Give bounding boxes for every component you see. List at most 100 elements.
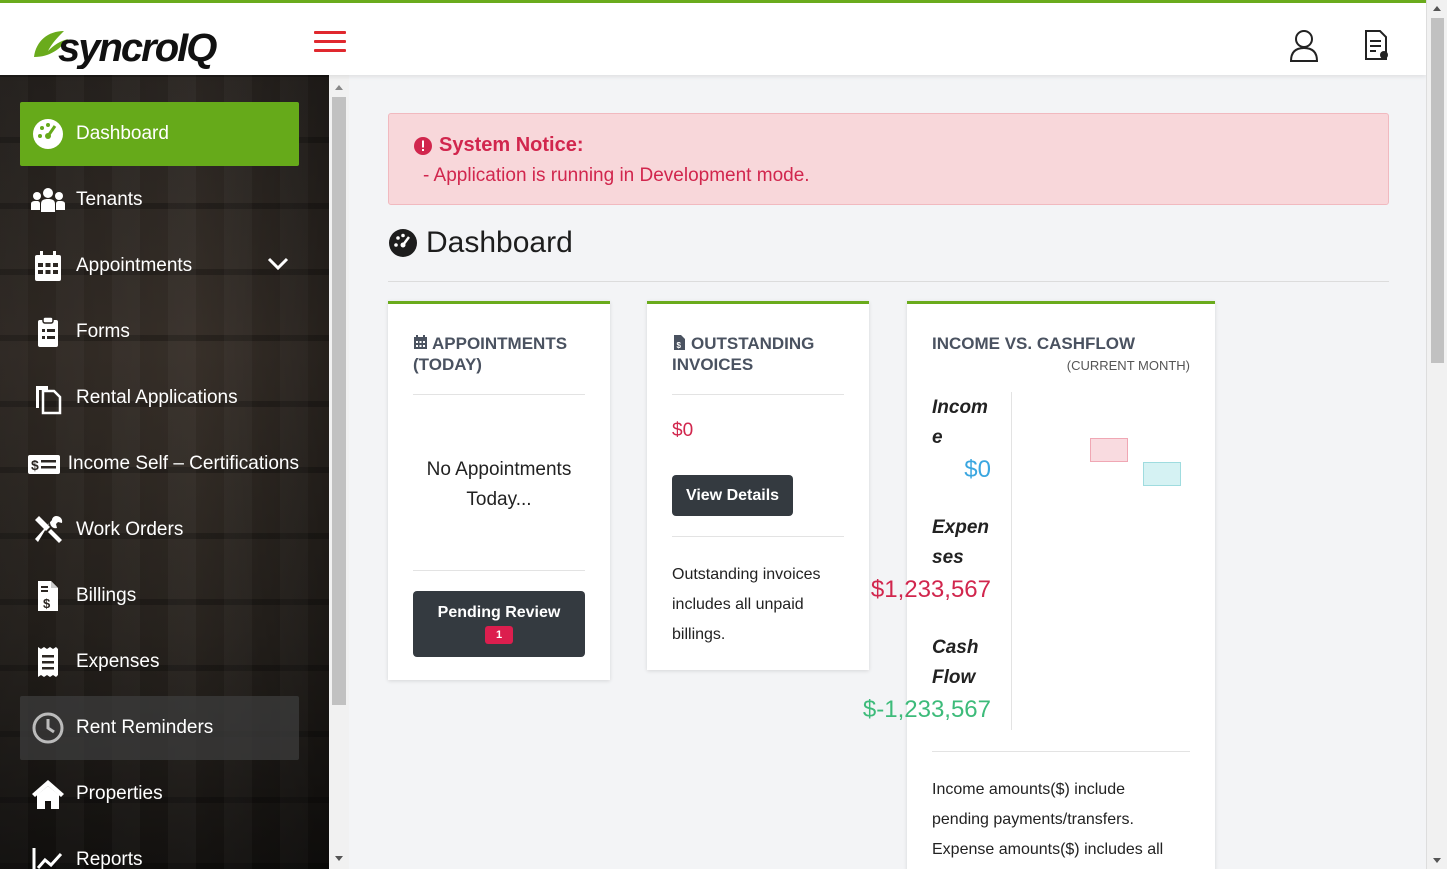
note-line: billings. [672, 626, 726, 643]
sidebar-item-expenses[interactable]: Expenses [20, 630, 299, 694]
sidebar-item-label: Reports [76, 849, 143, 869]
notice-message: - Application is running in Development … [423, 165, 810, 186]
document-settings-icon[interactable] [1362, 29, 1394, 63]
sidebar-item-reports[interactable]: Reports [20, 828, 299, 869]
sidebar-item-label: Rent Reminders [76, 717, 214, 738]
sidebar-item-label: Rental Applications [76, 387, 238, 408]
sidebar-item-label: Dashboard [76, 123, 169, 144]
exclamation-circle-icon [414, 136, 432, 155]
label-line: Cash [932, 637, 979, 658]
sidebar-item-label: Tenants [76, 189, 143, 210]
outstanding-invoices-card: $ OUTSTANDING INVOICES $0 View Details Ou… [647, 301, 869, 670]
sidebar-item-forms[interactable]: Forms [20, 300, 299, 364]
cashflow-value: $-1,233,567 [862, 696, 991, 723]
hamburger-icon [314, 31, 346, 34]
sidebar-item-label: Work Orders [76, 519, 184, 540]
chart-axis-line [1011, 392, 1012, 730]
users-icon [20, 182, 76, 218]
svg-text:$: $ [31, 457, 39, 473]
receipt-icon [20, 644, 76, 680]
page-title-text: Dashboard [426, 226, 573, 259]
appointments-today-card: APPOINTMENTS (TODAY) No Appointments Tod… [388, 301, 610, 680]
expenses-value: $1,233,567 [870, 576, 991, 603]
card-title: $ OUTSTANDING INVOICES [672, 333, 847, 375]
pending-count-badge: 1 [484, 626, 514, 644]
note-line: Expense amounts($) includes all [932, 841, 1164, 858]
no-appointments-message: No Appointments Today... [388, 455, 610, 515]
scroll-down-arrow[interactable] [1433, 858, 1441, 863]
top-header: syncroIQ [0, 0, 1426, 75]
svg-text:$: $ [43, 596, 51, 611]
page-title: Dashboard [388, 226, 573, 260]
sidebar-item-work-orders[interactable]: Work Orders [20, 498, 299, 562]
calendar-icon [20, 248, 76, 284]
invoices-note: Outstanding invoices includes all unpaid… [672, 560, 821, 650]
sidebar-item-properties[interactable]: Properties [20, 762, 299, 826]
empty-line: No Appointments [426, 459, 572, 480]
dashboard-gauge-icon [20, 116, 76, 152]
menu-toggle-button[interactable] [314, 31, 346, 53]
sidebar-scroll-down-arrow[interactable] [335, 856, 343, 861]
sidebar-item-billings[interactable]: $ Billings [20, 564, 299, 628]
syncroiq-logo[interactable]: syncroIQ [30, 21, 255, 69]
clock-icon [20, 710, 76, 746]
title-divider [388, 281, 1389, 282]
scroll-up-arrow[interactable] [1433, 6, 1441, 11]
note-line: Income amounts($) include [932, 781, 1125, 798]
line-chart-icon [20, 842, 76, 869]
income-value: $0 [964, 456, 991, 483]
sidebar-item-income-self-certifications[interactable]: $ Income Self – Certifications [20, 432, 299, 496]
card-title-text: OUTSTANDING INVOICES [672, 334, 815, 374]
invoice-dollar-icon: $ [674, 335, 685, 350]
clipboard-icon [20, 314, 76, 350]
system-notice-alert: System Notice: - Application is running … [388, 113, 1389, 205]
card-divider [413, 394, 585, 395]
cashflow-label: Cash Flow [932, 633, 978, 693]
user-icon[interactable] [1288, 29, 1320, 63]
sidebar-item-tenants[interactable]: Tenants [20, 168, 299, 232]
pending-review-button[interactable]: Pending Review 1 [413, 591, 585, 657]
card-title-text: APPOINTMENTS (TODAY) [413, 334, 568, 374]
hamburger-line [314, 49, 346, 52]
logo-text: syncroIQ [58, 26, 217, 69]
notice-title: System Notice: [413, 134, 584, 157]
card-divider [932, 751, 1190, 752]
card-divider [413, 570, 585, 571]
sidebar-item-label: Expenses [76, 651, 160, 672]
sidebar-scroll-up-arrow[interactable] [335, 85, 343, 90]
view-details-button[interactable]: View Details [672, 475, 793, 516]
sidebar-scroll-thumb[interactable] [332, 97, 346, 705]
chevron-down-icon[interactable] [267, 256, 289, 272]
home-icon [20, 776, 76, 812]
money-bill-icon: $ [20, 446, 68, 482]
label-line: e [932, 427, 943, 448]
notice-title-text: System Notice: [439, 134, 584, 156]
hamburger-line [314, 40, 346, 43]
sidebar-item-label: Forms [76, 321, 130, 342]
calendar-icon [414, 335, 427, 349]
sidebar-item-dashboard[interactable]: Dashboard [20, 102, 299, 166]
outstanding-amount: $0 [672, 420, 694, 441]
sidebar-item-label: Properties [76, 783, 163, 804]
dashboard-gauge-icon [389, 229, 417, 257]
label-line: Incom [932, 397, 988, 418]
svg-text:$: $ [677, 341, 682, 350]
sidebar-scrollbar[interactable] [329, 75, 349, 869]
tools-icon [20, 512, 76, 548]
scroll-thumb[interactable] [1431, 18, 1444, 363]
expenses-label: Expen ses [932, 513, 989, 573]
page-scrollbar[interactable] [1426, 0, 1447, 869]
note-line: pending payments/transfers. [932, 811, 1134, 828]
sidebar: Dashboard Tenants Appointments Forms Ren… [0, 75, 329, 869]
sidebar-item-label: Income Self – Certifications [67, 453, 299, 474]
note-line: includes all unpaid [672, 596, 804, 613]
card-title: INCOME VS. CASHFLOW [932, 334, 1136, 353]
sidebar-item-appointments[interactable]: Appointments [20, 234, 299, 298]
sidebar-item-rental-applications[interactable]: Rental Applications [20, 366, 299, 430]
copy-documents-icon [20, 380, 76, 416]
sidebar-item-rent-reminders[interactable]: Rent Reminders [20, 696, 299, 760]
button-label: View Details [685, 486, 780, 504]
income-note: Income amounts($) include pending paymen… [932, 775, 1163, 865]
card-title: APPOINTMENTS (TODAY) [413, 333, 588, 375]
income-label: Incom e [932, 393, 988, 453]
